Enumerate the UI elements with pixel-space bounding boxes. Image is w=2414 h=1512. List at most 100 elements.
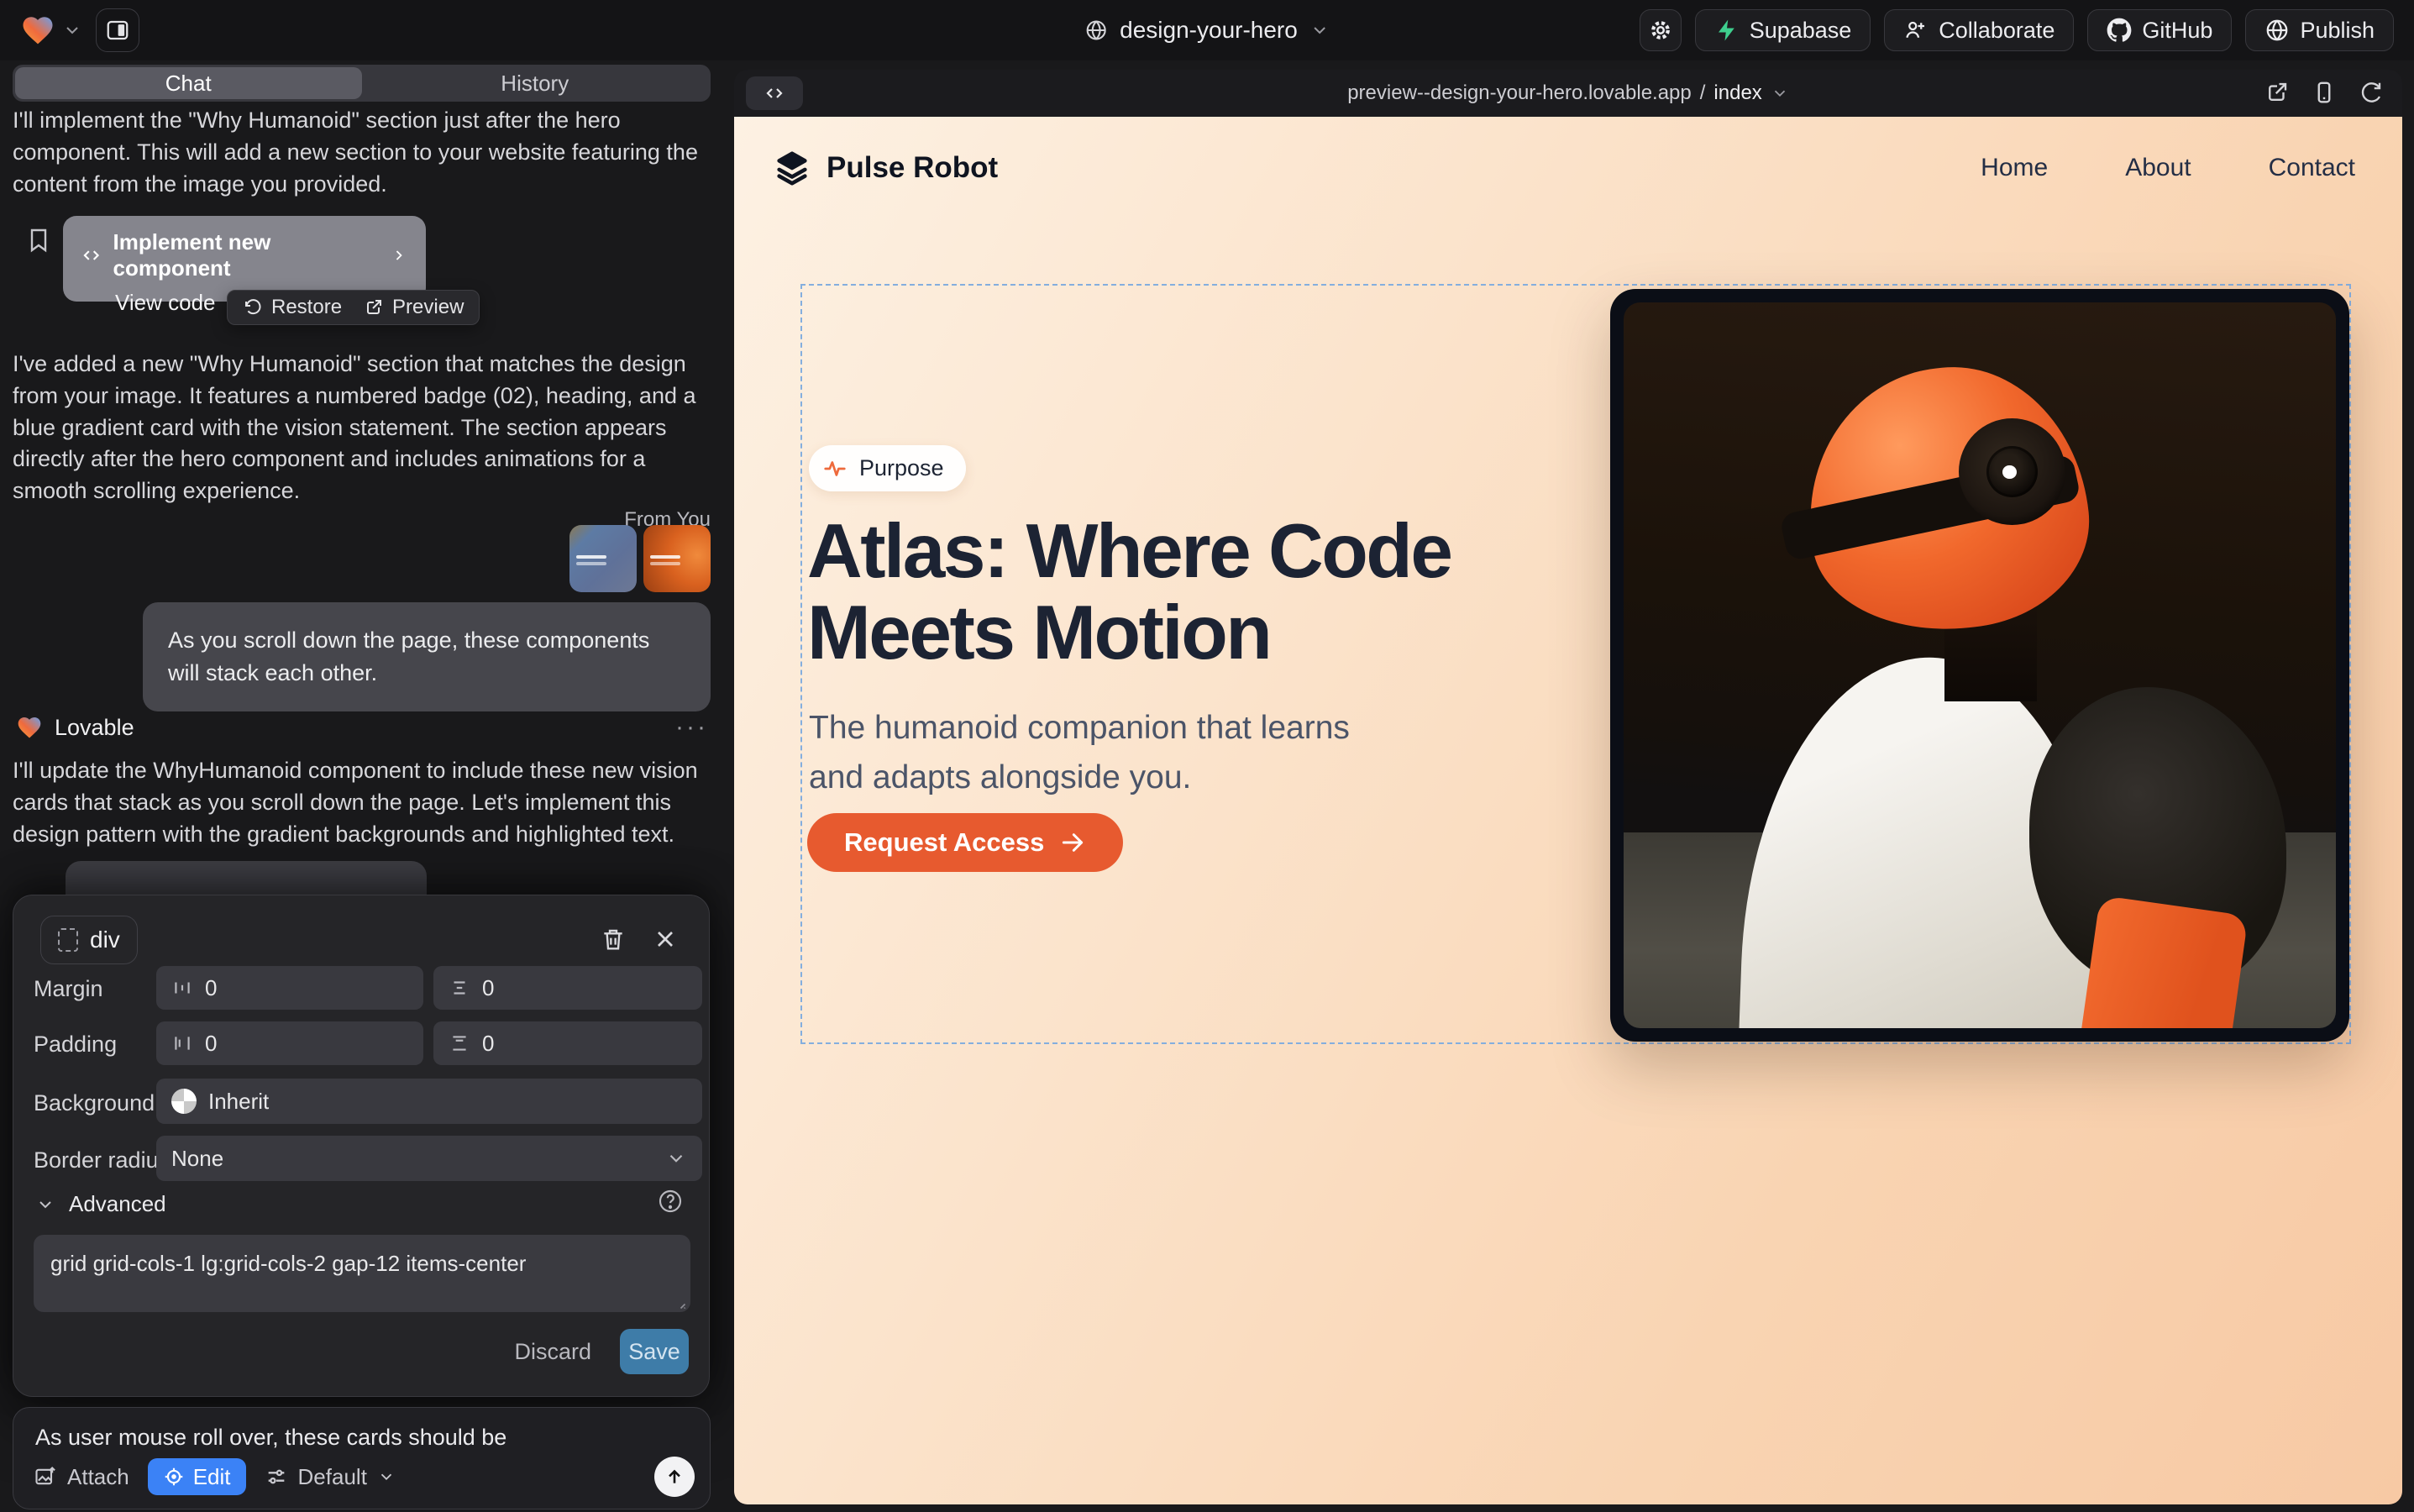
globe-icon [1084, 18, 1108, 42]
restore-preview-toolbar: Restore Preview [227, 290, 480, 325]
chat-history-tabs: Chat History [13, 65, 711, 102]
purpose-badge: Purpose [809, 445, 966, 491]
heart-icon [20, 13, 55, 48]
pulse-icon [822, 456, 848, 481]
tab-history[interactable]: History [362, 67, 709, 99]
user-message-bubble: As you scroll down the page, these compo… [143, 602, 711, 711]
margin-y-input[interactable]: 0 [433, 966, 702, 1010]
nav-home[interactable]: Home [1981, 154, 2048, 182]
chevron-down-icon [665, 1147, 687, 1169]
discard-button[interactable]: Discard [514, 1339, 591, 1365]
layers-icon [773, 149, 811, 187]
help-icon[interactable] [657, 1188, 684, 1215]
hero-subheading: The humanoid companion that learns and a… [809, 704, 1380, 802]
background-input[interactable]: Inherit [156, 1079, 702, 1124]
sliders-icon [265, 1465, 288, 1488]
preview-url-selector[interactable]: preview--design-your-hero.lovable.app / … [1347, 81, 1789, 105]
selected-element-pill[interactable]: div [40, 916, 138, 964]
chat-panel: Chat History I'll implement the "Why Hum… [13, 65, 711, 1512]
chevron-right-icon [391, 246, 407, 265]
border-radius-label: Border radius [34, 1147, 170, 1173]
padding-vertical-icon [449, 1032, 470, 1054]
margin-x-input[interactable]: 0 [156, 966, 423, 1010]
save-button[interactable]: Save [620, 1329, 689, 1374]
bookmark-icon[interactable] [25, 227, 52, 254]
hero-heading: Atlas: Where Code Meets Motion [807, 511, 1496, 675]
code-view-toggle[interactable] [746, 76, 803, 110]
chevron-down-icon [377, 1467, 396, 1486]
supabase-button[interactable]: Supabase [1695, 9, 1871, 51]
transparency-swatch-icon [171, 1089, 197, 1114]
site-nav: Home About Contact [1981, 154, 2355, 182]
assistant-message: I'll implement the "Why Humanoid" sectio… [13, 105, 708, 200]
element-inspector-panel: div Margin 0 0 Padding 0 0 Backgro [13, 895, 710, 1397]
component-card-title: Implement new component [113, 229, 367, 281]
margin-horizontal-icon [171, 977, 193, 999]
background-label: Background [34, 1090, 155, 1116]
send-button[interactable] [654, 1457, 695, 1497]
nav-contact[interactable]: Contact [2269, 154, 2355, 182]
attachment-thumbnail[interactable] [569, 525, 637, 592]
attachment-thumbnail[interactable] [643, 525, 711, 592]
restore-button[interactable]: Restore [243, 296, 342, 319]
element-tag: div [90, 927, 120, 953]
arrow-right-icon [1059, 829, 1086, 856]
external-link-icon [364, 297, 384, 318]
hero-robot-card [1610, 289, 2349, 1042]
attach-button[interactable]: Attach [34, 1464, 129, 1490]
panel-icon [105, 18, 130, 43]
hero-section-selected[interactable]: Purpose Atlas: Where Code Meets Motion T… [800, 284, 2351, 1044]
github-button[interactable]: GitHub [2087, 9, 2232, 51]
margin-label: Margin [34, 976, 103, 1002]
publish-globe-icon [2264, 18, 2290, 43]
component-change-card[interactable]: Implement new component View code [63, 216, 426, 302]
padding-y-input[interactable]: 0 [433, 1021, 702, 1065]
gear-icon [1648, 18, 1673, 43]
refresh-icon[interactable] [2359, 80, 2384, 105]
more-options-button[interactable]: ··· [675, 713, 708, 742]
close-icon[interactable] [652, 926, 679, 953]
nav-about[interactable]: About [2125, 154, 2191, 182]
robot-image [1624, 302, 2336, 1028]
advanced-toggle[interactable]: Advanced [35, 1191, 166, 1217]
mobile-view-icon[interactable] [2312, 80, 2337, 105]
attach-image-icon [34, 1465, 57, 1488]
site-brand[interactable]: Pulse Robot [773, 149, 998, 187]
lovable-logo[interactable] [20, 13, 82, 48]
settings-button[interactable] [1640, 9, 1682, 51]
lovable-app: design-your-hero Supabase Collaborate [0, 0, 2414, 1512]
lovable-heart-icon [16, 714, 43, 741]
supabase-icon [1714, 18, 1740, 43]
assistant-message: I've added a new "Why Humanoid" section … [13, 349, 708, 507]
code-icon [81, 244, 101, 266]
assistant-message: I'll update the WhyHumanoid component to… [13, 755, 708, 850]
chat-composer: As user mouse roll over, these cards sho… [13, 1407, 711, 1509]
user-attachments [569, 525, 711, 592]
preview-panel: preview--design-your-hero.lovable.app / … [734, 70, 2402, 1504]
padding-x-input[interactable]: 0 [156, 1021, 423, 1065]
assistant-header: Lovable ··· [16, 713, 708, 742]
site-canvas: Pulse Robot Home About Contact Purpose A… [734, 117, 2402, 1504]
tab-chat[interactable]: Chat [15, 67, 362, 99]
collaborate-button[interactable]: Collaborate [1884, 9, 2074, 51]
border-radius-select[interactable]: None [156, 1136, 702, 1181]
open-in-new-icon[interactable] [2264, 80, 2290, 105]
top-bar: design-your-hero Supabase Collaborate [0, 0, 2414, 60]
toggle-sidebar-button[interactable] [96, 8, 139, 52]
request-access-button[interactable]: Request Access [807, 813, 1123, 872]
model-selector[interactable]: Default [265, 1464, 396, 1490]
preview-button[interactable]: Preview [364, 296, 464, 319]
chevron-down-icon [1771, 84, 1789, 102]
github-icon [2107, 18, 2132, 43]
padding-horizontal-icon [171, 1032, 193, 1054]
advanced-classes-textarea[interactable]: grid grid-cols-1 lg:grid-cols-2 gap-12 i… [34, 1235, 690, 1312]
publish-button[interactable]: Publish [2245, 9, 2394, 51]
chat-input[interactable]: As user mouse roll over, these cards sho… [35, 1425, 682, 1458]
chevron-down-icon [62, 20, 82, 40]
project-name: design-your-hero [1120, 17, 1298, 44]
preview-url: preview--design-your-hero.lovable.app [1347, 81, 1692, 105]
trash-icon[interactable] [600, 926, 627, 953]
project-switcher[interactable]: design-your-hero [1084, 0, 1330, 60]
edit-mode-button[interactable]: Edit [148, 1458, 246, 1495]
preview-path: index [1713, 81, 1761, 105]
